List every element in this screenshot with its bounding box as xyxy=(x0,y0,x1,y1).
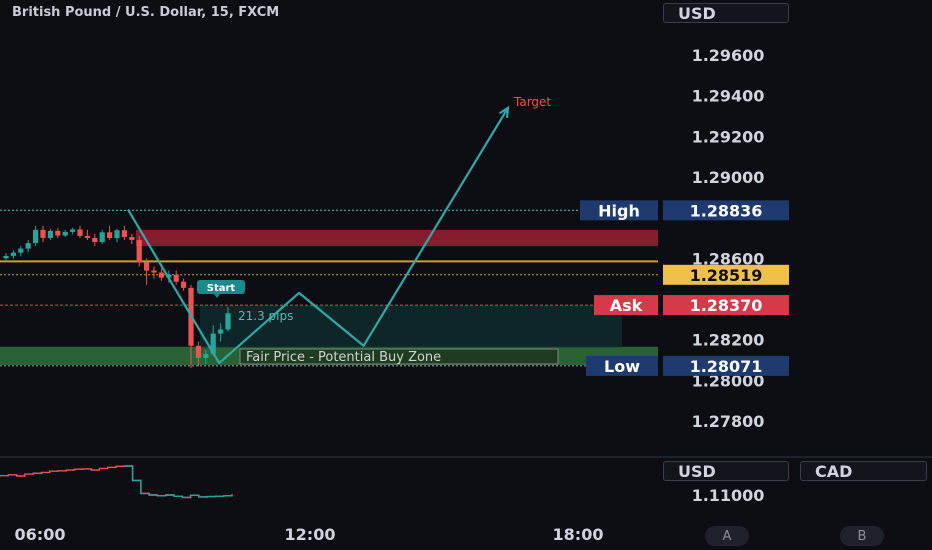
nav-button-a[interactable]: A xyxy=(705,526,749,546)
nav-button-a-label: A xyxy=(722,528,732,544)
x-tick-label: 06:00 xyxy=(15,525,66,544)
candle-body xyxy=(47,230,53,238)
candle-body xyxy=(114,230,120,238)
candle-body xyxy=(225,313,231,330)
ask-price-value: 1.28370 xyxy=(690,296,763,315)
symbol-title: British Pound / U.S. Dollar, 15, FXCM xyxy=(12,5,279,20)
candle-body xyxy=(77,229,83,236)
candle-body xyxy=(151,270,157,273)
candle-body xyxy=(18,248,24,253)
chart-canvas[interactable]: British Pound / U.S. Dollar, 15, FXCM 1.… xyxy=(0,0,932,550)
y-tick-label: 1.29000 xyxy=(692,168,765,187)
currency-selector-lower-left[interactable]: USD xyxy=(663,461,789,481)
currency-selector-main-label: USD xyxy=(678,3,716,23)
lower-price-label: 1.11000 xyxy=(692,486,765,505)
y-tick-label: 1.29400 xyxy=(692,87,765,106)
current-price-value: 1.28519 xyxy=(690,266,763,285)
y-tick-label: 1.28200 xyxy=(692,331,765,350)
x-tick-label: 12:00 xyxy=(285,525,336,544)
y-tick-label: 1.29600 xyxy=(692,46,765,65)
candle-body xyxy=(107,232,113,238)
target-label: Target xyxy=(513,95,551,109)
candle-body xyxy=(3,255,9,259)
lower-series-red xyxy=(0,465,233,499)
candle-body xyxy=(144,262,150,271)
currency-selector-main[interactable]: USD xyxy=(663,3,789,23)
candle-body xyxy=(218,329,224,334)
nav-button-b[interactable]: B xyxy=(840,526,884,546)
x-tick-label: 18:00 xyxy=(553,525,604,544)
candle-body xyxy=(84,235,90,238)
lower-series-teal xyxy=(124,465,233,499)
time-axis: 06:00 12:00 18:00 xyxy=(15,525,604,544)
low-tag-label: Low xyxy=(604,357,640,376)
candle-body xyxy=(173,274,179,282)
buy-zone-label: Fair Price - Potential Buy Zone xyxy=(246,350,441,365)
start-label: Start xyxy=(207,283,236,294)
ask-tag-label: Ask xyxy=(610,296,643,315)
main-price-pane[interactable]: 1.296001.294001.292001.290001.286001.282… xyxy=(0,46,789,431)
nav-button-b-label: B xyxy=(857,528,867,544)
candle-body xyxy=(10,252,16,256)
currency-selector-lower-right-label: CAD xyxy=(815,461,853,481)
candle-body xyxy=(99,232,105,243)
candle-body xyxy=(136,240,142,263)
high-price-value: 1.28836 xyxy=(690,201,763,220)
candle-body xyxy=(181,281,187,288)
low-price-value: 1.28071 xyxy=(690,357,763,376)
candle-body xyxy=(25,243,31,249)
candle-body xyxy=(158,272,164,278)
y-tick-label: 1.29200 xyxy=(692,127,765,146)
candle-body xyxy=(33,229,39,244)
currency-selector-lower-left-label: USD xyxy=(678,461,716,481)
high-tag-label: High xyxy=(598,201,640,220)
candle-body xyxy=(55,230,61,236)
y-tick-label: 1.27800 xyxy=(692,412,765,431)
currency-selector-lower-right[interactable]: CAD xyxy=(800,461,927,481)
candle-body xyxy=(195,345,201,358)
candle-body xyxy=(203,353,209,358)
candle-body xyxy=(40,229,46,238)
lower-price-pane[interactable]: 1.11000 xyxy=(0,456,932,505)
resistance-zone xyxy=(136,229,658,247)
start-badge-pointer xyxy=(214,294,220,298)
candle-body xyxy=(92,238,98,243)
candle-body xyxy=(121,230,127,237)
candle-body xyxy=(129,236,135,241)
candle-body xyxy=(62,231,68,236)
pips-label: 21.3 pips xyxy=(238,309,293,323)
candle-body xyxy=(70,229,76,232)
